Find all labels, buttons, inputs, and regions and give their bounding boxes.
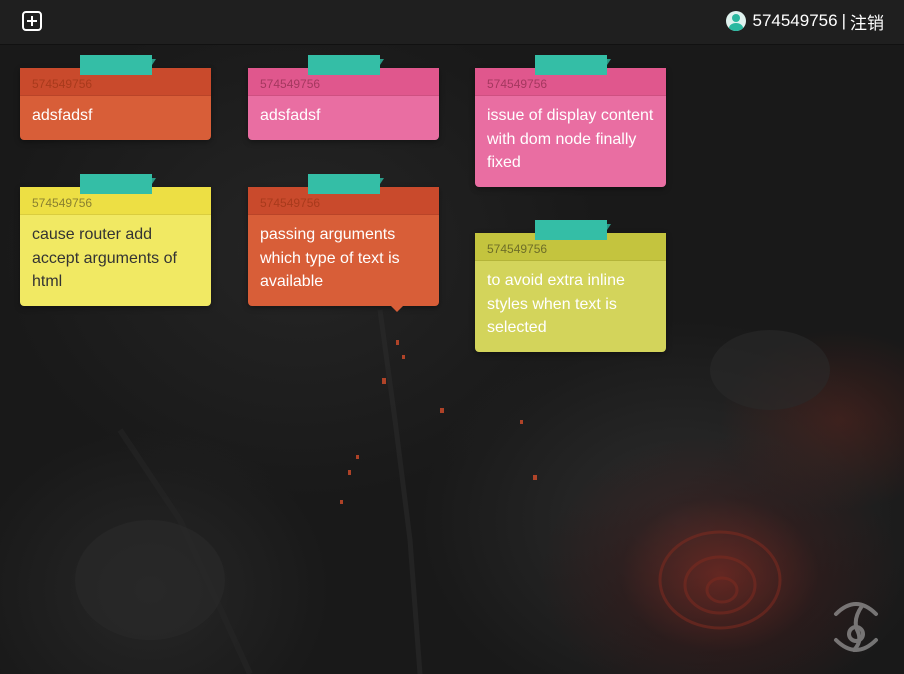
- note-tab[interactable]: [308, 174, 384, 194]
- user-avatar-icon: [726, 11, 747, 31]
- note-tab[interactable]: [80, 174, 156, 194]
- note-text: to avoid extra inline styles when text i…: [487, 272, 625, 336]
- separator: |: [841, 11, 846, 30]
- note-tab[interactable]: [308, 55, 384, 75]
- logout-link[interactable]: 注销: [850, 9, 884, 34]
- note-text: adsfadsf: [260, 107, 321, 124]
- note-tab[interactable]: [80, 55, 156, 75]
- note-tab[interactable]: [535, 55, 611, 75]
- sticky-note[interactable]: 574549756 passing arguments which type o…: [248, 174, 439, 312]
- note-pointer: [391, 305, 403, 312]
- sticky-note[interactable]: 574549756 to avoid extra inline styles w…: [475, 220, 666, 352]
- sticky-note[interactable]: 574549756 adsfadsf: [248, 55, 439, 140]
- sticky-note[interactable]: 574549756 issue of display content with …: [475, 55, 666, 187]
- note-tab[interactable]: [535, 220, 611, 240]
- user-id: 574549756: [752, 11, 838, 30]
- add-note-icon[interactable]: [22, 11, 42, 31]
- user-area: 574549756 | 注销: [726, 9, 884, 33]
- note-text: passing arguments which type of text is …: [260, 226, 400, 290]
- top-bar: 574549756 | 注销: [0, 0, 904, 45]
- note-text: cause router add accept arguments of htm…: [32, 226, 177, 290]
- sticky-note[interactable]: 574549756 cause router add accept argume…: [20, 174, 211, 306]
- sticky-note[interactable]: 574549756 adsfadsf: [20, 55, 211, 140]
- note-text: issue of display content with dom node f…: [487, 107, 654, 171]
- note-text: adsfadsf: [32, 107, 93, 124]
- logo-watermark-icon: [834, 602, 878, 652]
